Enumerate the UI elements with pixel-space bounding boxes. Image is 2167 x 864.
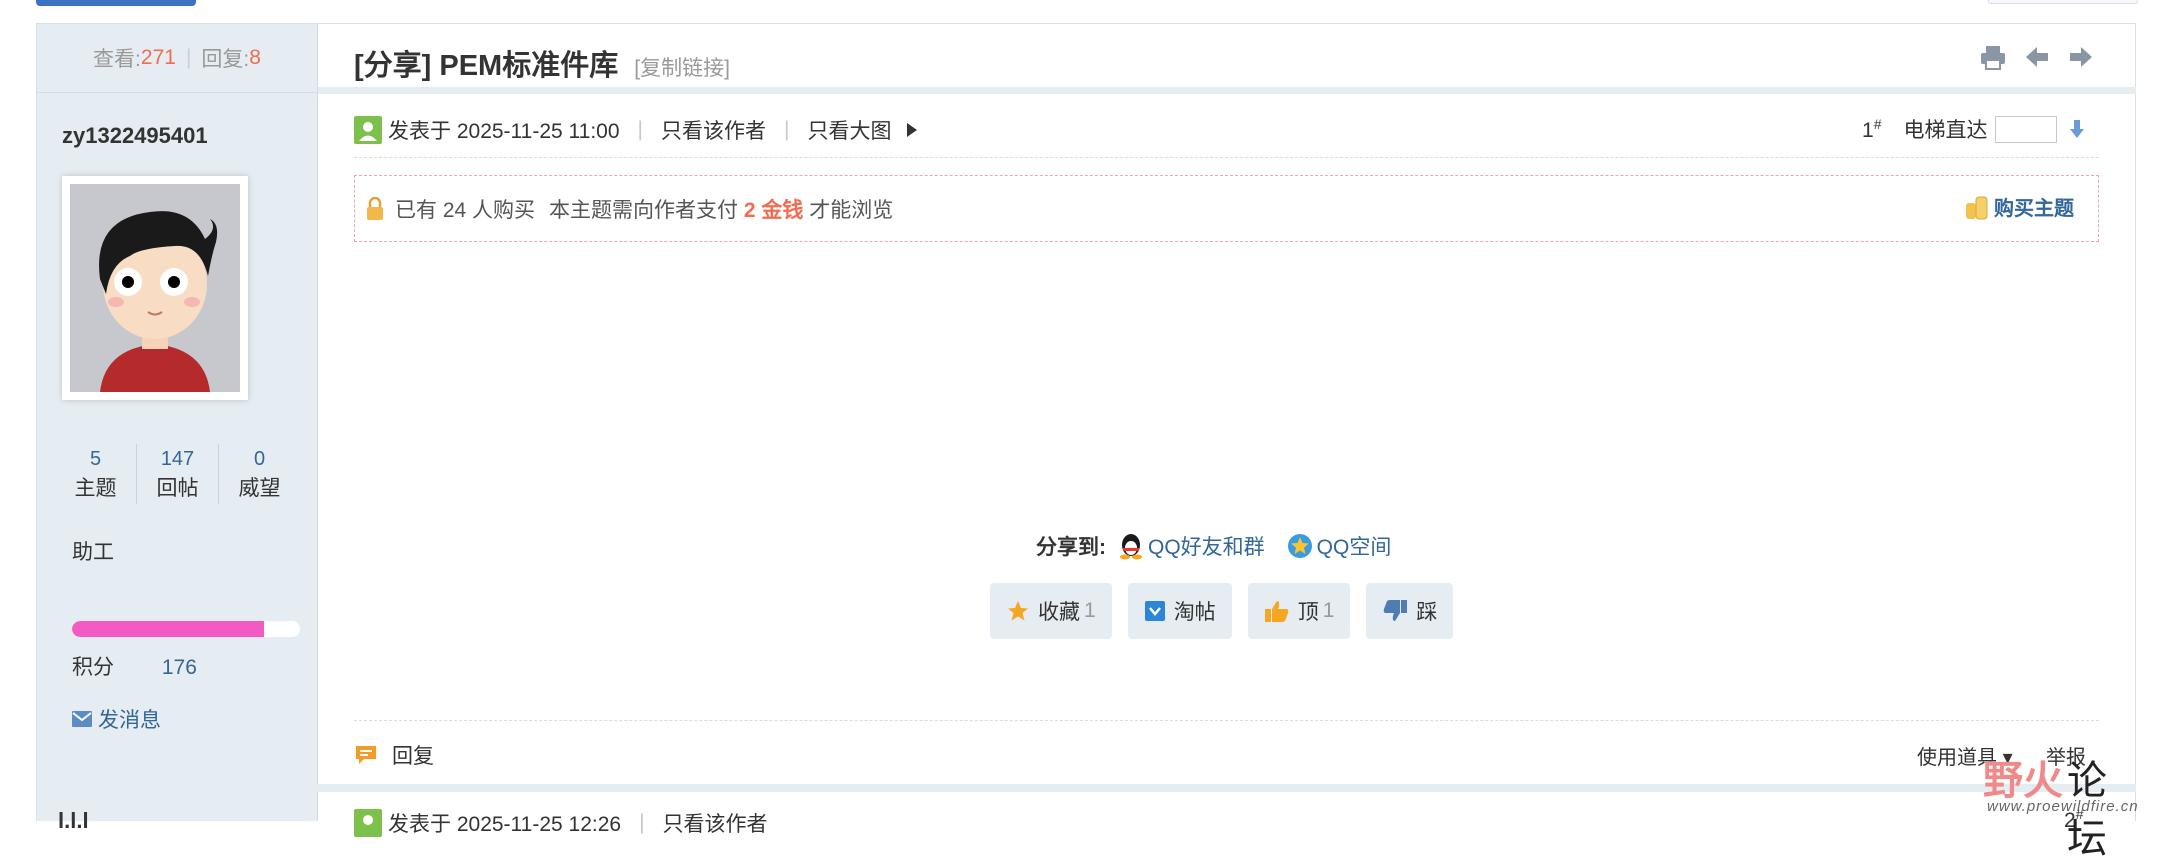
qq-penguin-icon: [1120, 534, 1142, 560]
thread-title-text: [分享] PEM标准件库: [354, 50, 619, 82]
paid-prompt: 本主题需向作者支付 2 金钱 才能浏览: [549, 198, 894, 222]
paid-content-box: 已有 24 人购买 本主题需向作者支付 2 金钱 才能浏览 购买主题: [354, 175, 2099, 242]
prev-thread-icon[interactable]: [2024, 44, 2050, 70]
count-threads-label: 主题: [74, 477, 117, 500]
downvote-button[interactable]: 踩: [1366, 583, 1454, 639]
watermark-url: www.proewildfire.cn: [1987, 798, 2139, 815]
share-qq-link[interactable]: QQ好友和群: [1118, 531, 1265, 561]
author-rank: 助工: [72, 541, 114, 564]
only-big-images-link[interactable]: 只看大图: [807, 115, 891, 145]
site-watermark-logo: 野火 论坛 www.proewildfire.cn: [1983, 748, 2143, 862]
envelope-icon: [72, 711, 92, 727]
credit-label: 积分: [72, 656, 114, 679]
next-thread-icon[interactable]: [2068, 44, 2094, 70]
post-time: 发表于 2025-11-25 11:00: [388, 120, 620, 143]
floor-jump-input[interactable]: [1995, 115, 2058, 143]
jump-label: 电梯直达: [1903, 119, 1988, 142]
next-post-meta: 发表于 2025-11-25 12:26 | 只看该作者: [354, 808, 768, 838]
post-actions: 收藏 1 淘帖 顶 1 踩: [990, 583, 1454, 639]
count-posts-value[interactable]: 147: [137, 444, 218, 474]
thread-title: [分享] PEM标准件库 [复制链接]: [354, 42, 730, 84]
meta-separator: |: [784, 118, 790, 141]
author-credit: 积分 176: [72, 651, 197, 681]
credit-value: 176: [161, 656, 197, 679]
online-user-icon: [354, 809, 382, 837]
taotie-button[interactable]: 淘帖: [1127, 583, 1232, 639]
taotie-label[interactable]: 淘帖: [1174, 596, 1216, 626]
share-qzone-link[interactable]: QQ空间: [1287, 531, 1391, 561]
qzone-star-icon: [1287, 534, 1312, 558]
moon-rank-icon: [81, 578, 91, 598]
online-user-icon: [354, 116, 382, 144]
paid-amount: 2 金钱: [743, 198, 804, 222]
meta-separator: |: [639, 811, 645, 834]
count-prestige-label: 威望: [238, 477, 281, 500]
next-post-username[interactable]: l.l.l: [58, 808, 89, 834]
coins-icon: [1966, 196, 1988, 219]
count-prestige[interactable]: 0 威望: [218, 444, 300, 504]
count-posts-label: 回帖: [156, 477, 199, 500]
star-icon: [1008, 601, 1028, 621]
author-username[interactable]: zy1322495401: [62, 123, 317, 149]
rank-progress-bar: [72, 621, 300, 637]
jump-down-arrow-icon[interactable]: [2069, 119, 2085, 139]
send-message-link[interactable]: 发消息: [72, 704, 161, 734]
upvote-count: 1: [1322, 599, 1335, 622]
count-threads[interactable]: 5 主题: [55, 444, 136, 504]
favorite-count: 1: [1084, 599, 1096, 622]
caret-right-icon[interactable]: [905, 122, 919, 138]
count-prestige-value[interactable]: 0: [219, 444, 300, 474]
thread-frame: [36, 23, 2136, 821]
copy-link[interactable]: [复制链接]: [634, 57, 730, 80]
lock-icon: [367, 196, 383, 220]
thumbs-down-icon: [1384, 600, 1408, 621]
top-left-button[interactable]: [36, 0, 196, 6]
send-message-label[interactable]: 发消息: [98, 704, 161, 734]
meta-separator: |: [637, 118, 643, 141]
thread-stats: 查看: 271 | 回复: 8: [37, 24, 317, 93]
count-threads-value[interactable]: 5: [55, 444, 136, 474]
reply-bubble-icon: [356, 746, 376, 764]
next-post-time: 发表于 2025-11-25 12:26: [388, 813, 622, 836]
thumbs-up-icon: [1264, 601, 1289, 622]
count-posts[interactable]: 147 回帖: [136, 444, 218, 504]
floor-number: 1#: [1862, 115, 1882, 142]
stats-separator: |: [185, 46, 192, 69]
floor-nav: 1# 电梯直达: [1862, 114, 2085, 144]
downvote-label[interactable]: 踩: [1416, 596, 1437, 626]
share-label: 分享到:: [1036, 536, 1106, 559]
title-actions: [1980, 44, 2094, 70]
favorite-label[interactable]: 收藏: [1038, 596, 1080, 626]
reply-label[interactable]: 回复: [392, 740, 434, 770]
buy-thread-label[interactable]: 购买主题: [1994, 192, 2074, 221]
share-bar: 分享到: QQ好友和群 QQ空间: [1036, 531, 1413, 561]
reply-button[interactable]: 回复: [354, 740, 434, 770]
post-divider: [37, 784, 2136, 792]
rank-progress-fill: [72, 621, 264, 637]
views-count: 271: [140, 46, 176, 69]
replies-count: 8: [249, 46, 261, 69]
buy-thread-button[interactable]: 购买主题: [1964, 192, 2074, 221]
author-counts: 5 主题 147 回帖 0 威望: [55, 444, 300, 504]
header-divider: [318, 87, 2136, 94]
post-meta: 发表于 2025-11-25 11:00 | 只看该作者 | 只看大图: [354, 115, 919, 145]
favorite-button[interactable]: 收藏 1: [990, 583, 1112, 639]
next-only-author-link[interactable]: 只看该作者: [663, 808, 768, 838]
author-sidebar: 查看: 271 | 回复: 8 zy1322495401 5 主题 147 回帖…: [37, 24, 318, 821]
upvote-button[interactable]: 顶 1: [1247, 583, 1351, 639]
views-label: 查看:: [93, 48, 141, 71]
upvote-label[interactable]: 顶: [1298, 596, 1319, 626]
avatar[interactable]: [62, 176, 248, 400]
footer-divider: [354, 720, 2099, 721]
only-author-link[interactable]: 只看该作者: [661, 115, 766, 145]
meta-divider: [354, 157, 2099, 158]
replies-label: 回复:: [201, 48, 250, 71]
top-right-button[interactable]: [1988, 0, 2138, 4]
print-icon[interactable]: [1980, 44, 2006, 70]
avatar-cartoon-icon: [70, 184, 240, 392]
collect-box-icon: [1144, 601, 1165, 621]
paid-count: 已有 24 人购买: [395, 198, 536, 222]
